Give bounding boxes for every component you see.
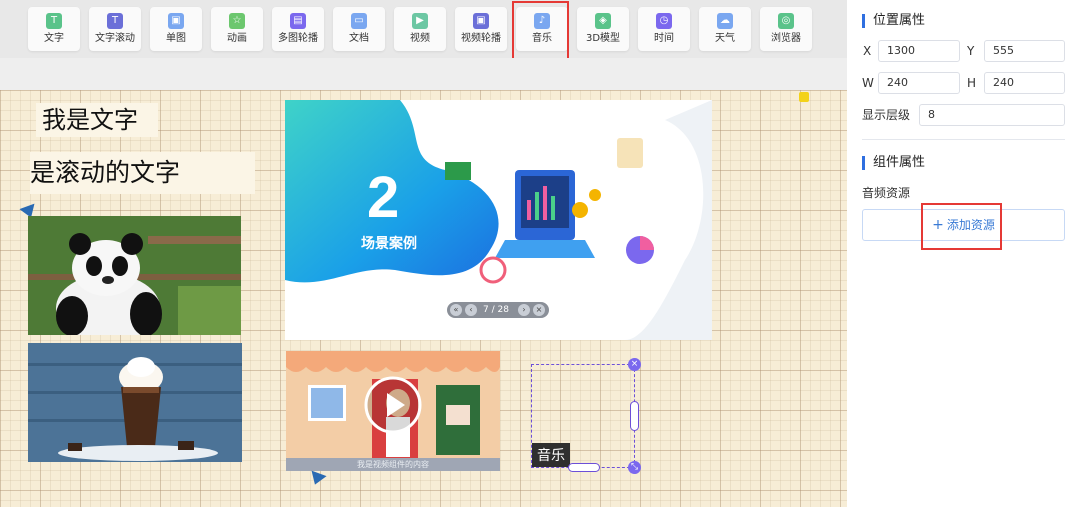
toolbar-highlight-box	[512, 1, 569, 65]
play-icon[interactable]	[363, 375, 423, 435]
x-input[interactable]: 1300	[878, 40, 960, 62]
y-input[interactable]: 555	[984, 40, 1065, 62]
text-icon: T	[46, 13, 62, 29]
video-caption: 我是视频组件的内容	[286, 458, 500, 471]
h-label: H	[967, 76, 977, 90]
weather-icon: ☁	[717, 13, 733, 29]
tool-label: 视频	[410, 33, 430, 44]
tool-video-carousel[interactable]: ▣ 视频轮播	[455, 7, 507, 51]
tool-label: 天气	[715, 33, 735, 44]
slide-pager: « ‹ 7 / 28 › ×	[447, 302, 549, 318]
tool-label: 文档	[349, 33, 369, 44]
position-section-title: 位置属性	[862, 14, 925, 28]
tool-label: 视频轮播	[461, 33, 501, 44]
component-toolbar: T 文字 T 文字滚动 ▣ 单图 ☆ 动画 ▤ 多图轮播 ▭ 文档 ▶ 视频 ▣ 视频轮播 ♪ 音乐 ◈ 3D模型 ◷ 时…	[0, 0, 847, 58]
first-page-icon[interactable]: «	[450, 304, 462, 316]
document-slide-component[interactable]: 2 场景案例 « ‹ 7 / 28 › ×	[285, 100, 712, 340]
slide-title: 场景案例	[361, 236, 417, 252]
layer-label: 显示层级	[862, 108, 911, 122]
property-panel: 位置属性 X 1300 Y 555 W 240 H 240 显示层级 8 组件属…	[847, 0, 1080, 507]
music-component[interactable]: 音乐 × ⤡	[531, 358, 641, 474]
tool-label: 单图	[166, 33, 186, 44]
last-page-icon[interactable]: ×	[533, 304, 545, 316]
page-current: 7	[483, 305, 489, 315]
tool-browser[interactable]: ◎ 浏览器	[760, 7, 812, 51]
tool-label: 浏览器	[771, 33, 801, 44]
clock-icon: ◷	[656, 13, 672, 29]
audio-resource-label: 音频资源	[862, 186, 911, 200]
layer-input[interactable]: 8	[919, 104, 1065, 126]
resize-handle-bottom[interactable]	[568, 463, 600, 472]
anchor-marker-icon	[307, 470, 327, 488]
tool-animation[interactable]: ☆ 动画	[211, 7, 263, 51]
editor-area: T 文字 T 文字滚动 ▣ 单图 ☆ 动画 ▤ 多图轮播 ▭ 文档 ▶ 视频 ▣ 视频轮播 ♪ 音乐 ◈ 3D模型 ◷ 时…	[0, 0, 847, 507]
coffee-illustration	[28, 343, 242, 462]
page-separator: /	[491, 305, 495, 315]
add-resource-highlight-box	[921, 203, 1002, 250]
tool-text-scroll[interactable]: T 文字滚动	[89, 7, 141, 51]
tool-image-carousel[interactable]: ▤ 多图轮播	[272, 7, 324, 51]
app-window: T 文字 T 文字滚动 ▣ 单图 ☆ 动画 ▤ 多图轮播 ▭ 文档 ▶ 视频 ▣ 视频轮播 ♪ 音乐 ◈ 3D模型 ◷ 时…	[0, 0, 1080, 507]
browser-icon: ◎	[778, 13, 794, 29]
scroll-text-component[interactable]: 是滚动的文字	[30, 152, 255, 194]
w-label: W	[862, 76, 874, 90]
panda-image[interactable]	[28, 216, 241, 335]
tool-label: 文字	[44, 33, 64, 44]
resize-corner-icon[interactable]: ⤡	[628, 461, 641, 474]
tool-video[interactable]: ▶ 视频	[394, 7, 446, 51]
panda-illustration	[28, 216, 241, 335]
page-count: 7 / 28	[483, 303, 509, 317]
next-page-icon[interactable]: ›	[518, 304, 530, 316]
tool-image[interactable]: ▣ 单图	[150, 7, 202, 51]
y-label: Y	[967, 44, 975, 58]
prev-page-icon[interactable]: ‹	[465, 304, 477, 316]
tool-label: 时间	[654, 33, 674, 44]
tool-3d-model[interactable]: ◈ 3D模型	[577, 7, 629, 51]
tool-label: 3D模型	[585, 33, 621, 44]
music-label: 音乐	[532, 443, 570, 467]
coffee-image[interactable]	[28, 343, 242, 462]
tool-text[interactable]: T 文字	[28, 7, 80, 51]
video-component[interactable]: 我是视频组件的内容	[286, 351, 500, 471]
video-carousel-icon: ▣	[473, 13, 489, 29]
page-total: 28	[497, 305, 509, 315]
tool-weather[interactable]: ☁ 天气	[699, 7, 751, 51]
tool-clock[interactable]: ◷ 时间	[638, 7, 690, 51]
text-component[interactable]: 我是文字	[36, 103, 158, 137]
slide-number: 2	[367, 165, 400, 230]
component-section-title: 组件属性	[862, 156, 925, 170]
sub-toolbar	[0, 58, 847, 90]
tool-label: 文字滚动	[95, 33, 135, 44]
x-label: X	[863, 44, 872, 58]
w-input[interactable]: 240	[878, 72, 960, 94]
design-canvas[interactable]: 我是文字 是滚动的文字 2 场景案例 « ‹ 7 / 28 › × 我是视频组件…	[0, 90, 847, 507]
image-icon: ▣	[168, 13, 184, 29]
video-icon: ▶	[412, 13, 428, 29]
document-icon: ▭	[351, 13, 367, 29]
tool-document[interactable]: ▭ 文档	[333, 7, 385, 51]
image-carousel-icon: ▤	[290, 13, 306, 29]
tool-label: 动画	[227, 33, 247, 44]
panel-divider	[862, 139, 1065, 140]
resize-handle-right[interactable]	[630, 401, 639, 431]
3d-model-icon: ◈	[595, 13, 611, 29]
tool-label: 多图轮播	[278, 33, 318, 44]
delete-icon[interactable]: ×	[628, 358, 641, 371]
animation-icon: ☆	[229, 13, 245, 29]
text-scroll-icon: T	[107, 13, 123, 29]
h-input[interactable]: 240	[984, 72, 1065, 94]
canvas-marker	[799, 92, 809, 102]
